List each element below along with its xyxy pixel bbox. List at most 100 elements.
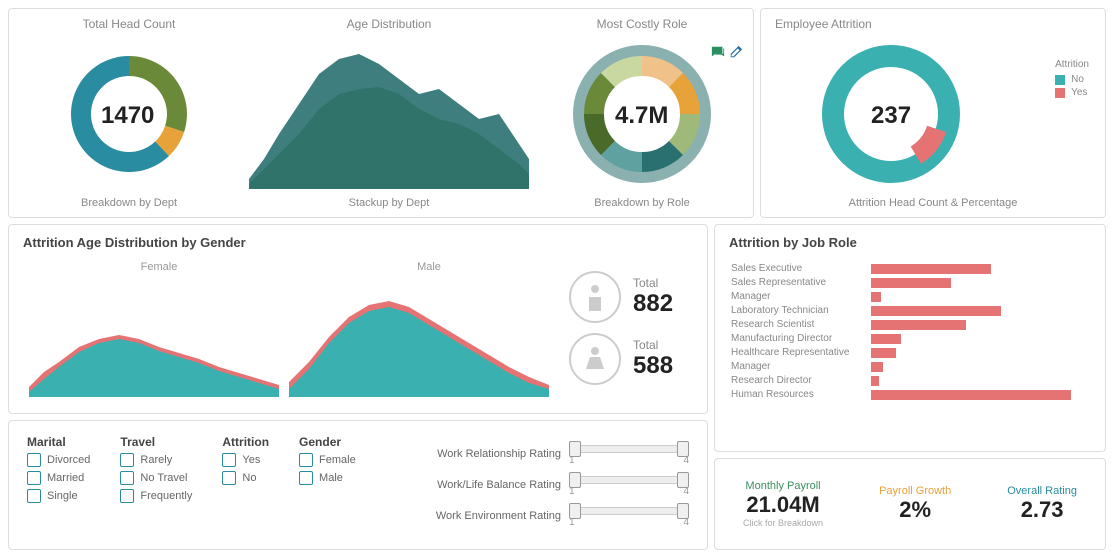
attrition-option[interactable]: No — [222, 471, 269, 485]
job-role-card: Attrition by Job Role Sales ExecutiveSal… — [714, 224, 1106, 452]
totals-block: Total 882 Total 588 — [569, 261, 673, 395]
attrition-title: Employee Attrition — [761, 9, 1105, 31]
filters-card: Marital DivorcedMarriedSingle Travel Rar… — [8, 420, 708, 550]
filter-gender: Gender FemaleMale — [299, 435, 356, 534]
filter-attrition: Attrition YesNo — [222, 435, 269, 534]
filter-marital: Marital DivorcedMarriedSingle — [27, 435, 90, 534]
headcount-value: 1470 — [101, 102, 154, 130]
gender-option[interactable]: Female — [299, 453, 356, 467]
edit-icon[interactable] — [729, 45, 743, 59]
job-role-bar — [871, 334, 901, 344]
attrition-legend: Attrition No Yes — [1055, 59, 1089, 100]
attrition-caption: Attrition Head Count & Percentage — [761, 197, 1105, 209]
job-role-row[interactable]: Healthcare Representative — [731, 347, 1089, 358]
headcount-title: Total Head Count — [9, 17, 249, 31]
job-role-bar — [871, 362, 883, 372]
checkbox-icon — [27, 471, 41, 485]
job-role-label: Sales Executive — [731, 263, 871, 274]
attrition-value: 237 — [871, 102, 911, 130]
rating-slider[interactable]: Work Environment Rating14 — [401, 503, 689, 528]
rating-slider[interactable]: Work/Life Balance Rating14 — [401, 472, 689, 497]
legend-yes: Yes — [1055, 87, 1089, 98]
female-label: Female — [39, 261, 279, 273]
gender-dist-title: Attrition Age Distribution by Gender — [9, 225, 707, 250]
male-label: Male — [299, 261, 559, 273]
agedist-title: Age Distribution — [249, 17, 529, 31]
checkbox-icon — [299, 453, 313, 467]
attrition-option[interactable]: Yes — [222, 453, 269, 467]
checkbox-icon — [120, 453, 134, 467]
job-role-label: Research Director — [731, 375, 871, 386]
job-role-label: Research Scientist — [731, 319, 871, 330]
job-role-label: Manager — [731, 361, 871, 372]
job-role-label: Healthcare Representative — [731, 347, 871, 358]
job-role-bar — [871, 348, 896, 358]
checkbox-icon — [222, 453, 236, 467]
gender-option[interactable]: Male — [299, 471, 356, 485]
male-area[interactable] — [289, 277, 549, 397]
agedist-caption: Stackup by Dept — [249, 197, 529, 209]
kpi-payroll[interactable]: Monthly Payroll 21.04M Click for Breakdo… — [743, 480, 823, 528]
job-role-row[interactable]: Manufacturing Director — [731, 333, 1089, 344]
checkbox-icon — [299, 471, 313, 485]
male-total-label: Total — [633, 276, 673, 290]
sliders-block: Work Relationship Rating14 Work/Life Bala… — [401, 435, 689, 534]
agedist-chart[interactable] — [249, 39, 529, 189]
headcount-caption: Breakdown by Dept — [9, 197, 249, 209]
travel-option[interactable]: Rarely — [120, 453, 192, 467]
job-role-row[interactable]: Manager — [731, 291, 1089, 302]
kpi-payroll-note: Click for Breakdown — [743, 518, 823, 528]
checkbox-icon — [120, 471, 134, 485]
job-role-bar — [871, 264, 991, 274]
kpi-rating: Overall Rating 2.73 — [1007, 485, 1077, 523]
job-role-label: Human Resources — [731, 389, 871, 400]
marital-option[interactable]: Single — [27, 489, 90, 503]
travel-option[interactable]: No Travel — [120, 471, 192, 485]
female-total-label: Total — [633, 338, 673, 352]
job-role-row[interactable]: Sales Representative — [731, 277, 1089, 288]
job-role-rows: Sales Executive Sales Representative Manag… — [715, 250, 1105, 411]
costly-title: Most Costly Role — [529, 17, 755, 31]
job-role-bar — [871, 376, 879, 386]
job-role-label: Manufacturing Director — [731, 333, 871, 344]
job-role-label: Sales Representative — [731, 277, 871, 288]
checkbox-icon — [27, 489, 41, 503]
kpi-card: Monthly Payroll 21.04M Click for Breakdo… — [714, 458, 1106, 550]
checkbox-icon — [27, 453, 41, 467]
job-role-row[interactable]: Research Director — [731, 375, 1089, 386]
gender-dist-card: Attrition Age Distribution by Gender Fem… — [8, 224, 708, 414]
job-role-label: Manager — [731, 291, 871, 302]
job-role-bar — [871, 390, 1071, 400]
female-total-value: 588 — [633, 352, 673, 380]
travel-option[interactable]: Frequently — [120, 489, 192, 503]
rating-slider[interactable]: Work Relationship Rating14 — [401, 441, 689, 466]
attrition-card: Employee Attrition 237 Attrition No Yes … — [760, 8, 1106, 218]
comment-icon[interactable] — [711, 45, 725, 59]
marital-option[interactable]: Divorced — [27, 453, 90, 467]
job-role-bar — [871, 320, 966, 330]
job-role-row[interactable]: Laboratory Technician — [731, 305, 1089, 316]
kpi-growth: Payroll Growth 2% — [879, 485, 951, 523]
checkbox-icon — [222, 471, 236, 485]
costly-value: 4.7M — [615, 102, 668, 130]
female-icon — [569, 333, 621, 385]
marital-option[interactable]: Married — [27, 471, 90, 485]
costly-caption: Breakdown by Role — [529, 197, 755, 209]
job-role-bar — [871, 306, 1001, 316]
female-area[interactable] — [29, 277, 279, 397]
job-role-row[interactable]: Sales Executive — [731, 263, 1089, 274]
job-role-row[interactable]: Research Scientist — [731, 319, 1089, 330]
job-role-bar — [871, 292, 881, 302]
job-role-row[interactable]: Human Resources — [731, 389, 1089, 400]
job-role-row[interactable]: Manager — [731, 361, 1089, 372]
job-role-bar — [871, 278, 951, 288]
legend-no: No — [1055, 74, 1089, 85]
job-role-label: Laboratory Technician — [731, 305, 871, 316]
summary-card: Total Head Count 1470 Breakdown by Dept … — [8, 8, 754, 218]
job-role-title: Attrition by Job Role — [715, 225, 1105, 250]
filter-travel: Travel RarelyNo TravelFrequently — [120, 435, 192, 534]
male-total-value: 882 — [633, 290, 673, 318]
legend-title: Attrition — [1055, 59, 1089, 70]
checkbox-icon — [120, 489, 134, 503]
male-icon — [569, 271, 621, 323]
